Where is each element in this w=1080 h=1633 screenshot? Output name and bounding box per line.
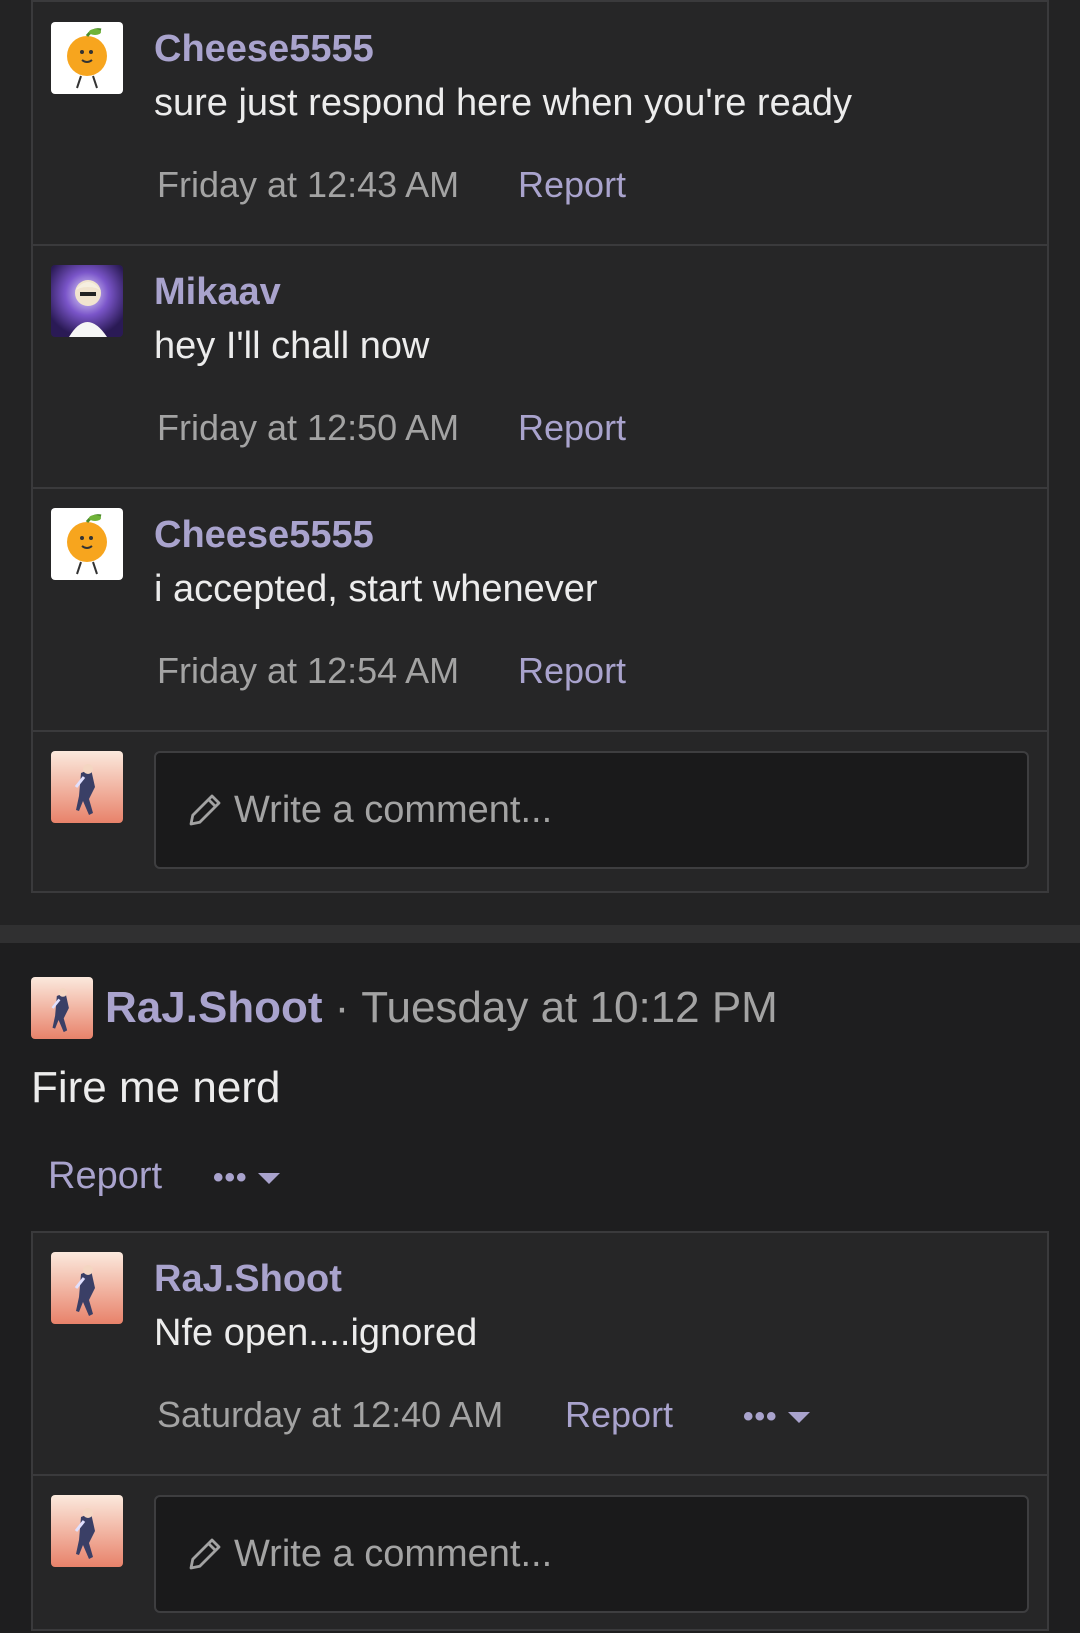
post-author[interactable]: RaJ.Shoot: [105, 983, 323, 1033]
write-comment-input[interactable]: Write a comment...: [154, 1495, 1029, 1613]
comment-text: sure just respond here when you're ready: [154, 82, 852, 124]
report-link[interactable]: Report: [518, 407, 626, 449]
post-separator: [0, 925, 1080, 943]
avatar[interactable]: [51, 508, 123, 580]
user-avatar-icon: [51, 1252, 123, 1324]
post-comments-box: RaJ.Shoot Nfe open....ignored Saturday a…: [31, 1231, 1049, 1631]
comment-item: Cheese5555 sure just respond here when y…: [33, 2, 1047, 246]
comment-author[interactable]: Cheese5555: [154, 28, 374, 71]
avatar[interactable]: [51, 751, 123, 823]
chevron-down-icon: [257, 1172, 280, 1184]
post-separator-dot: ·: [334, 983, 350, 1032]
comment-item: Cheese5555 i accepted, start whenever Fr…: [33, 489, 1047, 732]
report-link[interactable]: Report: [565, 1394, 673, 1436]
pencil-icon: [189, 1538, 221, 1570]
write-comment-row: Write a comment...: [33, 732, 1047, 891]
avatar[interactable]: [31, 977, 93, 1039]
post-timestamp[interactable]: Tuesday at 10:12 PM: [361, 983, 778, 1033]
write-comment-placeholder: Write a comment...: [234, 1532, 553, 1575]
comment-timestamp[interactable]: Friday at 12:43 AM: [157, 164, 459, 206]
comment-author[interactable]: Mikaav: [154, 271, 281, 314]
comment-timestamp[interactable]: Friday at 12:50 AM: [157, 407, 459, 449]
comment-text: Nfe open....ignored: [154, 1312, 478, 1354]
comment-author[interactable]: Cheese5555: [154, 514, 374, 557]
chevron-down-icon: [787, 1411, 810, 1423]
comment-thread-box: Cheese5555 sure just respond here when y…: [31, 0, 1049, 893]
user-avatar-icon: [51, 1495, 123, 1567]
report-link[interactable]: Report: [518, 650, 626, 692]
post-text: Fire me nerd: [31, 1063, 281, 1112]
more-dots-icon: •••: [743, 1400, 778, 1433]
comment-timestamp[interactable]: Saturday at 12:40 AM: [157, 1394, 503, 1436]
comment-text: hey I'll chall now: [154, 325, 430, 367]
post-report-link[interactable]: Report: [48, 1155, 162, 1198]
comment-text: i accepted, start whenever: [154, 568, 598, 610]
anime-character-icon: [51, 265, 123, 337]
comment-item: RaJ.Shoot Nfe open....ignored Saturday a…: [33, 1233, 1047, 1476]
comment-author[interactable]: RaJ.Shoot: [154, 1258, 342, 1301]
orange-character-icon: [51, 508, 123, 580]
user-avatar-icon: [31, 977, 93, 1039]
write-comment-row: Write a comment...: [33, 1476, 1047, 1633]
orange-character-icon: [51, 22, 123, 94]
avatar[interactable]: [51, 22, 123, 94]
post-header: RaJ.Shoot · Tuesday at 10:12 PM: [31, 977, 778, 1039]
write-comment-placeholder: Write a comment...: [234, 788, 553, 831]
user-avatar-icon: [51, 751, 123, 823]
write-comment-input[interactable]: Write a comment...: [154, 751, 1029, 869]
avatar[interactable]: [51, 265, 123, 337]
more-dots-icon: •••: [213, 1161, 248, 1194]
avatar[interactable]: [51, 1252, 123, 1324]
comment-more-menu[interactable]: •••: [743, 1400, 810, 1434]
post-more-menu[interactable]: •••: [213, 1161, 280, 1195]
pencil-icon: [189, 794, 221, 826]
comment-timestamp[interactable]: Friday at 12:54 AM: [157, 650, 459, 692]
comment-item: Mikaav hey I'll chall now Friday at 12:5…: [33, 246, 1047, 489]
previous-post-thread: Cheese5555 sure just respond here when y…: [0, 0, 1080, 925]
report-link[interactable]: Report: [518, 164, 626, 206]
avatar[interactable]: [51, 1495, 123, 1567]
